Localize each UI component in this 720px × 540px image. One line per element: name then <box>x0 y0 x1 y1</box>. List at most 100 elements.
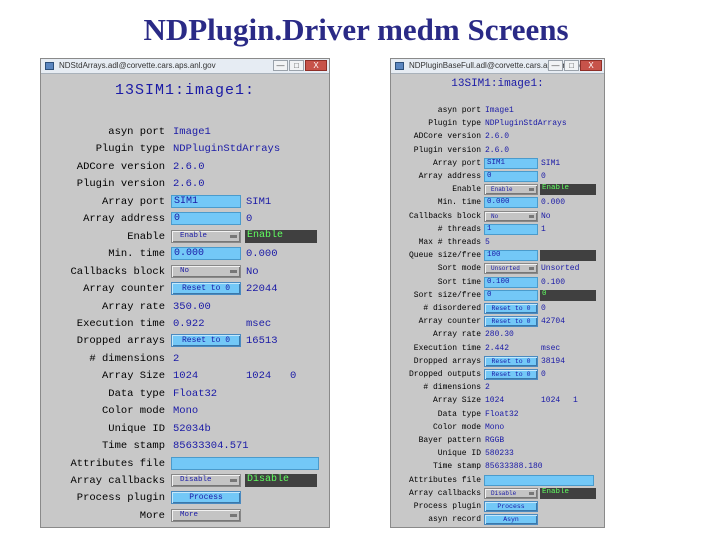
process-plugin-label: Process plugin <box>413 502 481 511</box>
min-time-input[interactable]: 0.000 <box>484 197 538 209</box>
close-button[interactable]: X <box>305 60 327 71</box>
callbacks-block-menu[interactable]: No <box>171 264 241 278</box>
maximize-button[interactable]: □ <box>289 60 304 71</box>
array-rate-value: 350.00 <box>173 300 211 313</box>
row-array-port: Array port SIM1 SIM1 <box>41 194 329 210</box>
sort-size-free-input[interactable]: 0 <box>484 289 538 301</box>
row-adcore-version: ADCore version 2.6.0 <box>391 130 604 143</box>
num-dimensions-value: 2 <box>173 352 180 365</box>
enable-status: Enable <box>245 229 317 243</box>
process-plugin-button[interactable]: Process <box>171 491 241 505</box>
dropped-arrays-label: Dropped arrays <box>76 335 165 348</box>
row-array-port: Array port SIM1 SIM1 <box>391 157 604 170</box>
array-counter-label: Array counter <box>83 283 165 296</box>
minimize-button[interactable]: — <box>548 60 563 71</box>
queue-size-free-input[interactable]: 100 <box>484 250 538 262</box>
array-size-label: Array Size <box>432 396 481 406</box>
dropped-arrays-button[interactable]: Reset to 0 <box>171 334 241 348</box>
array-callbacks-label: Array callbacks <box>408 488 481 498</box>
process-plugin-button[interactable]: Process <box>484 501 538 512</box>
row-dropped-arrays: Dropped arrays Reset to 0 38194 <box>391 355 604 368</box>
sort-size-free-status: 0 <box>540 289 596 301</box>
queue-size-free-label: Queue size/free <box>408 251 481 261</box>
attributes-file-input[interactable] <box>484 474 594 486</box>
window-title-bar[interactable]: NDPluginBaseFull.adl@corvette.cars.aps.a… <box>391 59 604 74</box>
adcore-version-label: ADCore version <box>76 160 165 173</box>
more-menu[interactable]: More <box>171 508 241 522</box>
array-port-input[interactable]: SIM1 <box>171 194 241 208</box>
enable-menu[interactable]: Enable <box>484 184 538 196</box>
num-threads-label: # threads <box>437 224 481 234</box>
row-asyn-record: asyn record Asyn <box>391 513 604 526</box>
unique-id-label: Unique ID <box>437 449 481 459</box>
queue-size-free-status <box>540 250 596 262</box>
app-icon <box>45 62 54 70</box>
time-stamp-label: Time stamp <box>432 462 481 472</box>
array-rate-label: Array rate <box>101 300 165 313</box>
array-counter-button[interactable]: Reset to 0 <box>171 282 241 296</box>
num-threads-input[interactable]: 1 <box>484 223 538 235</box>
plugin-type-label: Plugin type <box>95 143 165 156</box>
array-callbacks-menu[interactable]: Disable <box>484 487 538 499</box>
array-callbacks-status: Disable <box>245 474 317 487</box>
num-dimensions-label: # dimensions <box>89 352 165 365</box>
array-callbacks-menu[interactable]: Disable <box>171 474 241 487</box>
dropped-arrays-readback: 38194 <box>541 356 566 366</box>
min-time-label: Min. time <box>108 248 165 261</box>
row-plugin-type: Plugin type NDPluginStdArrays <box>391 117 604 130</box>
minimize-button[interactable]: — <box>273 60 288 71</box>
chevron-down-icon <box>529 214 534 218</box>
plugin-version-label: Plugin version <box>76 178 165 191</box>
time-stamp-value: 85633388.180 <box>485 462 543 472</box>
num-dimensions-value: 2 <box>485 383 490 393</box>
color-mode-label: Color mode <box>101 405 165 418</box>
maximize-button[interactable]: □ <box>564 60 579 71</box>
array-address-input[interactable]: 0 <box>484 171 538 182</box>
array-callbacks-status: Enable <box>540 487 596 499</box>
data-type-label: Data type <box>437 409 481 419</box>
enable-menu-label: Enable <box>180 231 208 240</box>
window-title-bar[interactable]: NDStdArrays.adl@corvette.cars.aps.anl.go… <box>41 59 329 74</box>
row-dropped-arrays: Dropped arrays Reset to 0 16513 <box>41 333 329 349</box>
array-counter-button[interactable]: Reset to 0 <box>484 316 538 328</box>
process-plugin-label: Process plugin <box>76 492 165 505</box>
row-queue-size-free: Queue size/free 100 <box>391 249 604 262</box>
nd-plugin-base-full-window[interactable]: NDPluginBaseFull.adl@corvette.cars.aps.a… <box>390 58 605 528</box>
close-button[interactable]: X <box>580 60 602 71</box>
enable-label: Enable <box>127 230 165 243</box>
attributes-file-label: Attributes file <box>408 475 481 485</box>
callbacks-block-menu[interactable]: No <box>484 210 538 222</box>
more-menu-label: More <box>180 510 199 519</box>
window-title: NDStdArrays.adl@corvette.cars.aps.anl.go… <box>59 61 216 70</box>
dropped-arrays-button[interactable]: Reset to 0 <box>484 355 538 367</box>
row-array-callbacks: Array callbacks Disable Disable <box>41 473 329 489</box>
attributes-file-input[interactable] <box>171 456 319 470</box>
array-address-input[interactable]: 0 <box>171 212 241 226</box>
plugin-type-label: Plugin type <box>428 119 481 129</box>
asyn-port-label: asyn port <box>108 126 165 138</box>
sort-time-input[interactable]: 0.100 <box>484 276 538 288</box>
row-min-time: Min. time 0.000 0.000 <box>391 196 604 209</box>
row-array-size: Array Size 1024 1024 0 <box>41 368 329 384</box>
num-disordered-button[interactable]: Reset to 0 <box>484 303 538 314</box>
row-execution-time: Execution time 0.922 msec <box>41 316 329 332</box>
array-counter-readback: 42704 <box>541 317 566 327</box>
dropped-outputs-button[interactable]: Reset to 0 <box>484 369 538 380</box>
color-mode-value: Mono <box>173 405 199 418</box>
asyn-record-label: asyn record <box>428 515 481 525</box>
enable-menu[interactable]: Enable <box>171 229 241 243</box>
sort-mode-menu[interactable]: Unsorted <box>484 263 538 275</box>
row-attributes-file: Attributes file <box>391 474 604 487</box>
min-time-input[interactable]: 0.000 <box>171 247 241 261</box>
execution-time-label: Execution time <box>413 343 481 353</box>
execution-time-label: Execution time <box>76 317 165 330</box>
row-time-stamp: Time stamp 85633388.180 <box>391 460 604 473</box>
nd-std-arrays-window[interactable]: NDStdArrays.adl@corvette.cars.aps.anl.go… <box>40 58 330 528</box>
asyn-record-button[interactable]: Asyn <box>484 514 538 526</box>
array-address-readback: 0 <box>541 172 546 181</box>
array-port-input[interactable]: SIM1 <box>484 157 538 169</box>
time-stamp-value: 85633304.571 <box>173 440 249 453</box>
plugin-type-value: NDPluginStdArrays <box>173 143 281 156</box>
asyn-port-value: Image1 <box>485 106 514 115</box>
array-size-value-3: 0 <box>290 370 297 383</box>
